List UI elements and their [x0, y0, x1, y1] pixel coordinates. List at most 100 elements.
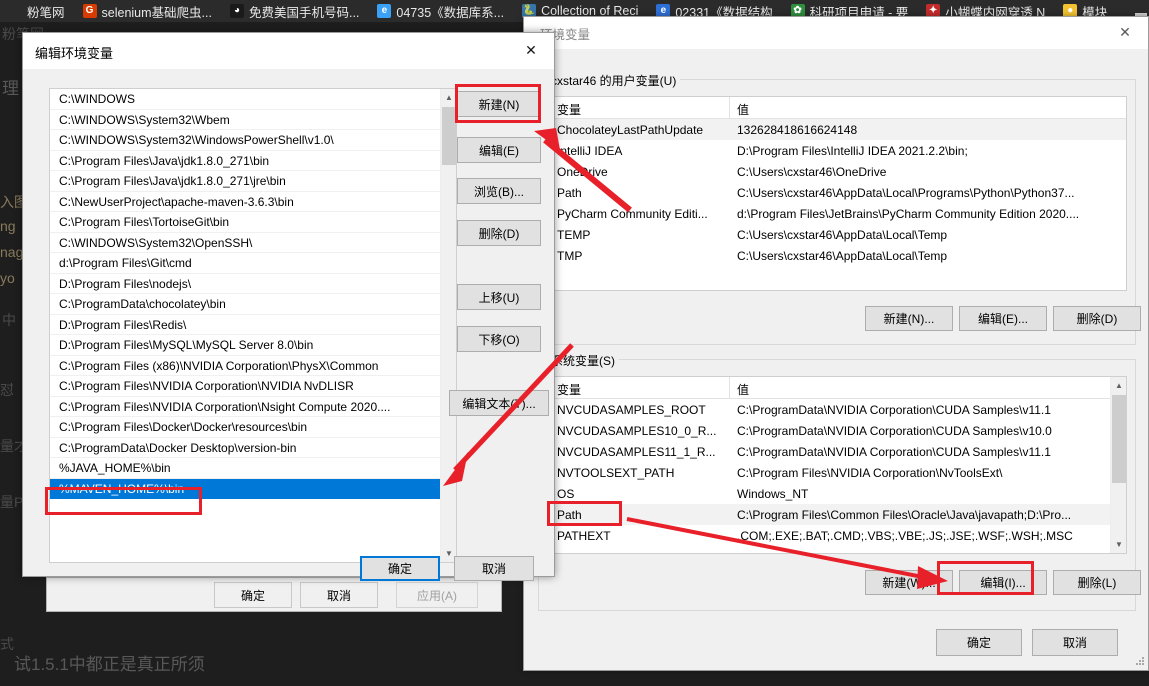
path-list-item[interactable]: D:\Program Files\MySQL\MySQL Server 8.0\…: [50, 335, 440, 356]
table-row[interactable]: ChocolateyLastPathUpdate 1326284186166241…: [550, 119, 1126, 140]
table-header: 变量 值: [550, 377, 1126, 399]
move-up-button[interactable]: 上移(U): [457, 284, 541, 310]
table-row[interactable]: Path C:\Users\cxstar46\AppData\Local\Prog…: [550, 182, 1126, 203]
path-list-item[interactable]: C:\Program Files (x86)\NVIDIA Corporatio…: [50, 356, 440, 376]
path-list-item[interactable]: C:\Program Files\Java\jdk1.8.0_271\jre\b…: [50, 171, 440, 192]
edit-dialog-titlebar[interactable]: 编辑环境变量 ✕: [23, 33, 554, 69]
environment-variables-dialog: 环境变量 ✕ cxstar46 的用户变量(U) 变量 值 Chocolatey…: [523, 16, 1149, 671]
path-list-item[interactable]: d:\Program Files\Git\cmd: [50, 253, 440, 274]
variable-name-cell: Path: [557, 185, 582, 200]
background-text: yo: [0, 270, 15, 286]
move-down-button[interactable]: 下移(O): [457, 326, 541, 352]
user-new-button[interactable]: 新建(N)...: [865, 306, 953, 331]
table-row[interactable]: NVTOOLSEXT_PATH C:\Program Files\NVIDIA C…: [550, 462, 1126, 483]
system-variables-table[interactable]: 变量 值 NVCUDASAMPLES_ROOT C:\ProgramData\NV…: [549, 376, 1127, 554]
close-icon[interactable]: ✕: [508, 33, 554, 68]
chevron-down-icon[interactable]: ▼: [1111, 536, 1126, 553]
variable-value-cell: d:\Program Files\JetBrains\PyCharm Commu…: [737, 206, 1080, 221]
edit-dialog-title: 编辑环境变量: [35, 46, 114, 61]
variable-value-cell: 132628418616624148: [737, 122, 858, 137]
path-list-item[interactable]: C:\WINDOWS\System32\OpenSSH\: [50, 233, 440, 253]
system-variables-group: 系统变量(S) 变量 值 NVCUDASAMPLES_ROOT C:\Progra…: [538, 352, 1141, 611]
move-down-button-label: 下移(O): [478, 332, 520, 347]
background-text: 理: [2, 79, 19, 98]
table-row[interactable]: NVCUDASAMPLES10_0_R... C:\ProgramData\NVI…: [550, 420, 1126, 441]
user-edit-button[interactable]: 编辑(E)...: [959, 306, 1047, 331]
user-variables-rows: ChocolateyLastPathUpdate 1326284186166241…: [550, 119, 1126, 266]
path-list-scrollbar[interactable]: ▲ ▼: [440, 89, 456, 562]
env-ok-button[interactable]: 确定: [936, 629, 1022, 656]
variable-value-cell: .COM;.EXE;.BAT;.CMD;.VBS;.VBE;.JS;.JSE;.…: [737, 528, 1073, 543]
user-variables-table[interactable]: 变量 值 ChocolateyLastPathUpdate 13262841861…: [549, 96, 1127, 291]
variable-name-cell: TEMP: [557, 227, 591, 242]
edit-button[interactable]: 编辑(E): [457, 137, 541, 163]
edit-ok-button[interactable]: 确定: [360, 556, 440, 581]
table-row[interactable]: PyCharm Community Editi... d:\Program Fil…: [550, 203, 1126, 224]
table-row[interactable]: Path C:\Program Files\Common Files\Oracle…: [550, 504, 1126, 525]
scrollbar-thumb[interactable]: [442, 107, 456, 165]
browser-tab[interactable]: ◕ 免费美国手机号码...: [222, 0, 369, 22]
path-list-item[interactable]: C:\ProgramData\chocolatey\bin: [50, 294, 440, 315]
system-table-scrollbar[interactable]: ▲ ▼: [1110, 377, 1126, 553]
browser-tab-label: selenium基础爬虫...: [101, 5, 212, 20]
sysprops-ok-button-label: 确定: [240, 588, 265, 603]
variable-value-cell: C:\ProgramData\NVIDIA Corporation\CUDA S…: [737, 402, 1051, 417]
table-row[interactable]: OneDrive C:\Users\cxstar46\OneDrive: [550, 161, 1126, 182]
env-cancel-button[interactable]: 取消: [1032, 629, 1118, 656]
table-row[interactable]: IntelliJ IDEA D:\Program Files\IntelliJ I…: [550, 140, 1126, 161]
browse-button[interactable]: 浏览(B)...: [457, 178, 541, 204]
sysprops-cancel-button-label: 取消: [326, 588, 351, 603]
path-list-item[interactable]: %JAVA_HOME%\bin: [50, 458, 440, 479]
edit-cancel-button[interactable]: 取消: [454, 556, 534, 581]
sysprops-cancel-button[interactable]: 取消: [300, 582, 378, 608]
background-text: 试1.5.1中都正是真正所须: [14, 655, 205, 674]
background-text: ng: [0, 218, 16, 234]
path-list-item[interactable]: C:\WINDOWS\System32\WindowsPowerShell\v1…: [50, 130, 440, 151]
table-row[interactable]: PATHEXT .COM;.EXE;.BAT;.CMD;.VBS;.VBE;.JS…: [550, 525, 1126, 546]
delete-button[interactable]: 删除(D): [457, 220, 541, 246]
variable-value-cell: C:\Users\cxstar46\AppData\Local\Temp: [737, 227, 948, 242]
browser-tab[interactable]: e 04735《数据库系...: [369, 0, 514, 22]
edit-text-button[interactable]: 编辑文本(T)...: [449, 390, 549, 416]
user-variables-group: cxstar46 的用户变量(U) 变量 值 ChocolateyLastPat…: [538, 72, 1141, 345]
table-row[interactable]: NVCUDASAMPLES11_1_R... C:\ProgramData\NVI…: [550, 441, 1126, 462]
system-delete-button[interactable]: 删除(L): [1053, 570, 1141, 595]
scrollbar-thumb[interactable]: [1112, 395, 1126, 483]
table-row[interactable]: TEMP C:\Users\cxstar46\AppData\Local\Temp: [550, 224, 1126, 245]
path-list-item[interactable]: C:\Program Files\Docker\Docker\resources…: [50, 417, 440, 438]
sysprops-ok-button[interactable]: 确定: [214, 582, 292, 608]
path-list-item[interactable]: C:\NewUserProject\apache-maven-3.6.3\bin: [50, 192, 440, 212]
path-list-item[interactable]: %MAVEN_HOME%\bin: [50, 478, 440, 499]
path-list-item[interactable]: C:\Program Files\Java\jdk1.8.0_271\bin: [50, 151, 440, 171]
path-list-item[interactable]: C:\WINDOWS: [50, 89, 440, 110]
browser-tab-label: 粉笔网: [27, 5, 65, 20]
path-list-item[interactable]: C:\Program Files\NVIDIA Corporation\NVID…: [50, 376, 440, 397]
path-rows-container: C:\WINDOWS C:\WINDOWS\System32\Wbem C:\WIN…: [50, 89, 456, 499]
table-row[interactable]: OS Windows_NT: [550, 483, 1126, 504]
browser-tab[interactable]: 粉笔网: [0, 0, 75, 22]
path-list-item[interactable]: C:\Program Files\TortoiseGit\bin: [50, 212, 440, 233]
path-list-item[interactable]: D:\Program Files\Redis\: [50, 315, 440, 335]
table-row[interactable]: NVCUDASAMPLES_ROOT C:\ProgramData\NVIDIA …: [550, 399, 1126, 420]
path-entries-list[interactable]: C:\WINDOWS C:\WINDOWS\System32\Wbem C:\WIN…: [49, 88, 457, 563]
close-icon[interactable]: ✕: [1102, 17, 1148, 48]
chevron-up-icon[interactable]: ▲: [441, 89, 456, 106]
user-delete-button[interactable]: 删除(D): [1053, 306, 1141, 331]
path-list-item[interactable]: C:\WINDOWS\System32\Wbem: [50, 110, 440, 130]
resize-grip[interactable]: [1135, 657, 1145, 667]
background-text: 式: [0, 636, 14, 652]
system-edit-button[interactable]: 编辑(I)...: [959, 570, 1047, 595]
path-list-item[interactable]: C:\ProgramData\Docker Desktop\version-bi…: [50, 438, 440, 458]
browser-tab[interactable]: Gselenium基础爬虫...: [75, 0, 222, 22]
system-new-button[interactable]: 新建(W)...: [865, 570, 953, 595]
chevron-up-icon[interactable]: ▲: [1111, 377, 1126, 394]
background-text: nag: [0, 244, 24, 260]
path-list-item[interactable]: D:\Program Files\nodejs\: [50, 274, 440, 294]
variable-value-cell: C:\Program Files\NVIDIA Corporation\NvTo…: [737, 465, 1003, 480]
variable-name-cell: NVCUDASAMPLES10_0_R...: [557, 423, 717, 438]
path-list-item[interactable]: C:\Program Files\NVIDIA Corporation\Nsig…: [50, 397, 440, 417]
new-button[interactable]: 新建(N): [457, 91, 541, 117]
env-dialog-titlebar[interactable]: 环境变量 ✕: [524, 17, 1148, 49]
system-variables-rows: NVCUDASAMPLES_ROOT C:\ProgramData\NVIDIA …: [550, 399, 1126, 546]
table-row[interactable]: TMP C:\Users\cxstar46\AppData\Local\Temp: [550, 245, 1126, 266]
